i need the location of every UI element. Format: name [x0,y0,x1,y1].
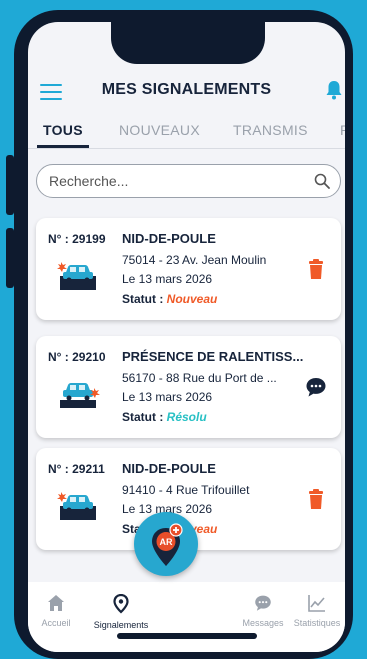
active-tab-indicator [37,145,89,148]
nav-messages-label: Messages [242,618,284,628]
report-status: Statut : Résolu [122,410,302,424]
nav-home[interactable]: Accueil [38,594,74,628]
search-icon[interactable] [314,173,330,189]
car-speedbump-icon [60,383,100,408]
status-tabs: TOUS NOUVEAUX TRANSMIS R [28,118,345,149]
report-type: NID-DE-POULE [122,231,216,246]
report-address: 56170 - 88 Rue du Port de ... [122,371,277,385]
report-number: N° : 29210 [48,350,106,364]
app-header: MES SIGNALEMENTS [28,70,345,110]
report-card[interactable]: N° : 29199 NID-DE-POULE 75014 - 23 Av. J… [36,218,341,320]
report-status: Statut : Nouveau [122,292,302,306]
side-button-bottom [6,228,14,288]
add-report-button[interactable]: AR [134,512,198,576]
nav-home-label: Accueil [41,618,71,628]
status-label: Statut : [122,410,164,424]
bell-icon[interactable] [325,80,343,100]
nav-reports-label: Signalements [93,620,149,630]
status-label: Statut : [122,292,164,306]
tab-transmis[interactable]: TRANSMIS [233,122,308,138]
search-bar [36,164,341,198]
chart-icon [308,595,325,612]
trash-icon[interactable] [305,488,327,510]
car-pothole-icon [57,262,96,290]
car-pothole-icon [57,492,96,520]
status-badge: Nouveau [166,292,218,306]
page-title: MES SIGNALEMENTS [101,81,272,98]
side-button-top [6,155,14,215]
search-input[interactable] [47,172,301,190]
report-date: Le 13 mars 2026 [122,390,213,404]
phone-notch [111,22,265,64]
bottom-nav: Accueil Signalements Messages Statistiqu… [28,582,345,652]
report-type: PRÉSENCE DE RALENTISS... [122,349,304,364]
home-icon [48,595,64,611]
report-address: 91410 - 4 Rue Trifouillet [122,483,250,497]
tab-nouveaux[interactable]: NOUVEAUX [119,122,200,138]
nav-messages[interactable]: Messages [240,594,286,628]
nav-reports[interactable]: Signalements [88,593,154,630]
report-number: N° : 29199 [48,232,106,246]
report-date: Le 13 mars 2026 [122,272,213,286]
ar-add-pin-icon: AR [152,523,183,566]
fab-label: AR [160,537,173,547]
report-address: 75014 - 23 Av. Jean Moulin [122,253,267,267]
nav-stats-label: Statistiques [293,618,341,628]
report-type: NID-DE-POULE [122,461,216,476]
report-card[interactable]: N° : 29210 PRÉSENCE DE RALENTISS... 5617… [36,336,341,438]
chat-icon[interactable] [305,376,327,398]
trash-icon[interactable] [305,258,327,280]
nav-stats[interactable]: Statistiques [290,594,344,628]
chat-icon [255,595,271,611]
report-number: N° : 29211 [48,462,105,476]
home-indicator [117,633,257,639]
tab-tous[interactable]: TOUS [43,122,83,138]
report-date: Le 13 mars 2026 [122,502,213,516]
location-pin-icon [113,593,129,614]
tab-next[interactable]: R [340,122,345,138]
status-badge: Résolu [166,410,207,424]
